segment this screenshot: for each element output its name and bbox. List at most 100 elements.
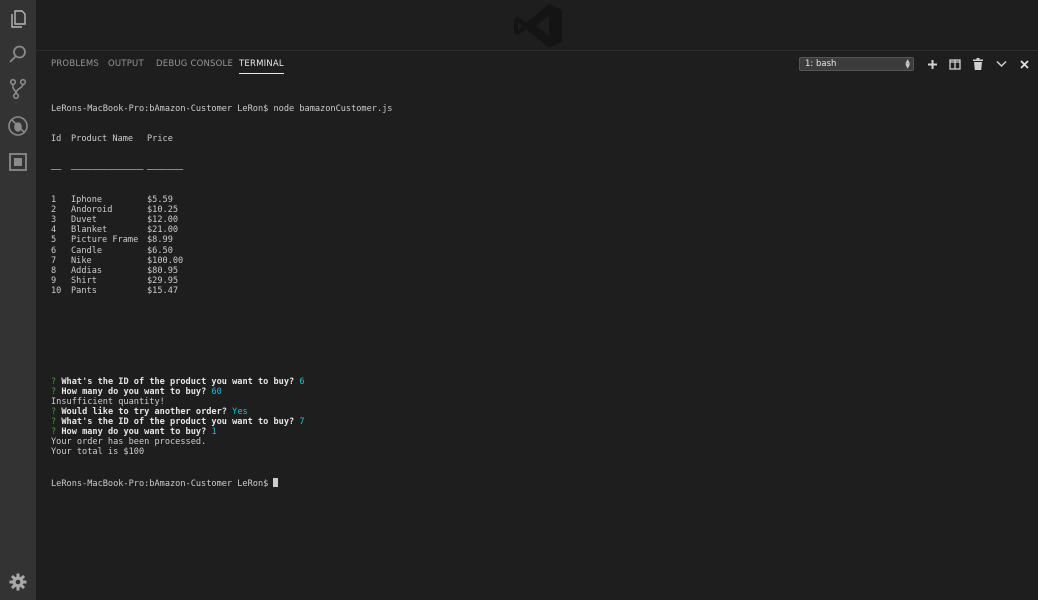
prompt-text: Would like to try another order? [61,407,227,417]
panel-header: PROBLEMS OUTPUT DEBUG CONSOLE TERMINAL 1… [36,51,1038,77]
prompt-text: How many do you want to buy? [61,386,207,397]
extensions-icon[interactable] [5,149,31,175]
close-icon[interactable] [1017,57,1031,71]
product-id: 8 [51,265,57,276]
final-prompt-line: LeRons-MacBook-Pro:bAmazon-Customer LeRo… [51,477,1038,489]
output-line: Your total is $100 [51,447,145,458]
split-terminal-icon[interactable] [948,57,962,71]
prompt-line: ? What's the ID of the product you want … [51,377,1038,387]
answer-text: Yes [232,407,248,417]
tab-problems[interactable]: PROBLEMS [51,59,99,69]
tab-output[interactable]: OUTPUT [108,59,144,69]
product-name: Candle [71,245,103,256]
product-row: 5 Picture Frame $8.99 [51,235,1038,245]
prompt-line: ? What's the ID of the product you want … [51,417,1038,427]
product-row: 8 Addias $80.95 [51,266,1038,276]
settings-gear-icon[interactable] [5,569,31,595]
new-terminal-icon[interactable] [925,57,939,71]
product-price: $6.50 [147,245,173,256]
product-price: $5.59 [147,195,173,206]
product-name: Pants [71,285,97,296]
question-mark: ? [51,386,57,397]
underline-name: —————————————— [71,164,144,175]
product-name: Addias [71,265,103,276]
prompt-line: ? How many do you want to buy? 60 [51,387,1038,397]
explorer-icon[interactable] [5,6,31,32]
product-name: Andoroid [71,205,113,216]
tab-debug-console[interactable]: DEBUG CONSOLE [156,59,233,69]
product-id: 9 [51,275,57,286]
vscode-logo [512,2,564,50]
underline-price: ——————— [147,164,184,175]
final-prompt: LeRons-MacBook-Pro:bAmazon-Customer LeRo… [51,478,274,489]
underline-id: —— [51,164,62,175]
answer-text: 60 [211,386,222,397]
terminal-panel: PROBLEMS OUTPUT DEBUG CONSOLE TERMINAL 1… [36,51,1038,600]
product-name: Picture Frame [71,235,139,246]
product-price: $21.00 [147,225,179,236]
product-price: $12.00 [147,215,179,226]
product-table: 1 Iphone $5.59 2 Andoroid $10.25 3 Duvet $12.00 4… [51,195,1038,296]
terminal-output[interactable]: LeRons-MacBook-Pro:bAmazon-Customer LeRo… [51,84,1038,600]
terminal-select-value: 1: bash [805,59,837,69]
product-name: Iphone [71,195,103,206]
product-id: 6 [51,245,57,256]
product-id: 2 [51,205,57,216]
session-output: ? What's the ID of the product you want … [51,377,1038,458]
prompt-text: What's the ID of the product you want to… [61,417,295,428]
tab-terminal[interactable]: TERMINAL [239,59,284,74]
trash-icon[interactable] [971,57,985,71]
answer-text: 1 [211,427,217,438]
question-mark: ? [51,427,57,438]
product-price: $100.00 [147,255,184,266]
product-id: 5 [51,235,57,246]
search-icon[interactable] [5,41,31,67]
product-row: 7 Nike $100.00 [51,256,1038,266]
product-id: 7 [51,255,57,266]
product-name: Duvet [71,215,97,226]
prompt-text: What's the ID of the product you want to… [61,376,295,387]
table-underline: —— —————————————— ——————— [51,165,1038,175]
answer-text: 7 [299,417,305,428]
editor-area [36,0,1038,51]
source-control-icon[interactable] [5,76,31,102]
product-row: 10 Pants $15.47 [51,286,1038,296]
question-mark: ? [51,407,57,417]
header-name: Product Name [71,134,134,145]
prompt-line: ? Would like to try another order? Yes [51,407,1038,417]
prompt-text: How many do you want to buy? [61,427,207,438]
product-row: 2 Andoroid $10.25 [51,205,1038,215]
chevron-down-icon[interactable] [994,57,1008,71]
terminal-select[interactable]: 1: bash ▲ ▼ [799,57,914,71]
product-price: $15.47 [147,285,179,296]
question-mark: ? [51,376,57,387]
product-name: Shirt [71,275,97,286]
question-mark: ? [51,417,57,428]
product-name: Blanket [71,225,108,236]
output-line: Insufficient quantity! [51,396,165,407]
product-id: 3 [51,215,57,226]
prompt-line: ? How many do you want to buy? 1 [51,427,1038,437]
product-id: 1 [51,195,57,206]
table-header: Id Product Name Price [51,134,1038,144]
header-id: Id [51,134,62,145]
product-row: 9 Shirt $29.95 [51,276,1038,286]
product-row: 3 Duvet $12.00 [51,215,1038,225]
product-row: 4 Blanket $21.00 [51,225,1038,235]
header-price: Price [147,134,173,145]
product-price: $29.95 [147,275,179,286]
product-id: 10 [51,285,62,296]
product-row: 6 Candle $6.50 [51,246,1038,256]
select-arrows-icon: ▲ ▼ [905,58,910,70]
product-price: $10.25 [147,205,179,216]
activity-bar [0,0,36,600]
product-name: Nike [71,255,92,266]
product-price: $80.95 [147,265,179,276]
command-line: LeRons-MacBook-Pro:bAmazon-Customer LeRo… [51,104,393,115]
answer-text: 6 [299,376,305,387]
product-row: 1 Iphone $5.59 [51,195,1038,205]
product-price: $8.99 [147,235,173,246]
debug-icon[interactable] [5,113,31,139]
